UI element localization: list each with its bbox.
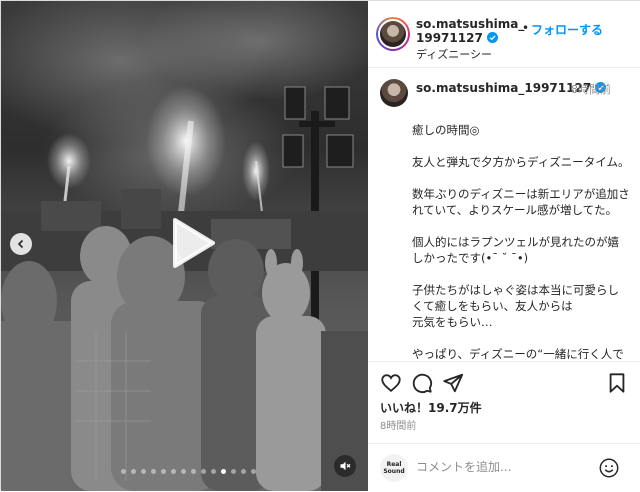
carousel-dot <box>241 469 246 474</box>
watermark-line2: Sound <box>383 468 405 475</box>
caption-paragraph: 癒しの時間◎ <box>412 123 480 137</box>
heart-icon[interactable] <box>380 372 402 394</box>
carousel-dot <box>221 469 226 474</box>
watermark-line1: Real <box>386 461 402 468</box>
caption-paragraph: やっぱり、ディズニーの“一緒に行く人で楽しさが決まる”って 本当だ <box>412 347 624 359</box>
mute-button[interactable] <box>334 455 356 477</box>
caption-timestamp[interactable]: 8時間前 <box>571 81 611 97</box>
mute-icon <box>340 461 351 471</box>
caption-section: so.matsushima_19971127 8時間前 癒しの時間◎ 友人と弾丸… <box>368 69 640 359</box>
carousel-dot <box>141 469 146 474</box>
location-link[interactable]: ディズニーシー <box>416 46 492 62</box>
carousel-dot <box>231 469 236 474</box>
carousel-dot <box>181 469 186 474</box>
carousel-dot <box>121 469 126 474</box>
play-icon[interactable] <box>161 214 219 272</box>
share-icon[interactable] <box>442 372 464 394</box>
like-count[interactable]: いいね！19.7万件 <box>380 399 482 416</box>
verified-icon <box>486 32 498 43</box>
caption-paragraph: 個人的にはラプンツェルが見れたのが嬉しかったです(•¯ ˘ ¯•) <box>412 235 619 265</box>
post-header: so.matsushima_ 19971127 • フォローする ディズニーシー <box>368 1 640 68</box>
carousel-dot <box>171 469 176 474</box>
carousel-dot <box>151 469 156 474</box>
caption-avatar[interactable] <box>380 79 408 107</box>
carousel-indicator <box>121 469 256 474</box>
carousel-dot <box>161 469 166 474</box>
post-detail-panel: so.matsushima_ 19971127 • フォローする ディズニーシー… <box>368 1 640 491</box>
chevron-left-icon <box>17 239 24 249</box>
comment-icon[interactable] <box>411 372 433 394</box>
bookmark-icon[interactable] <box>606 372 628 394</box>
avatar[interactable] <box>376 17 410 51</box>
carousel-dot <box>251 469 256 474</box>
comment-box: Real Sound <box>368 443 640 492</box>
caption-text: 癒しの時間◎ 友人と弾丸で夕方からディズニータイム。 数年ぶりのディズニーは新エ… <box>412 122 630 359</box>
carousel-dot <box>211 469 216 474</box>
post-window: so.matsushima_ 19971127 • フォローする ディズニーシー… <box>0 0 640 491</box>
header-username-line1[interactable]: so.matsushima_ <box>416 17 524 31</box>
comment-input[interactable] <box>416 456 586 478</box>
post-timestamp[interactable]: 8時間前 <box>380 417 416 432</box>
carousel-dot <box>131 469 136 474</box>
carousel-dot <box>191 469 196 474</box>
follow-button[interactable]: フォローする <box>531 21 603 38</box>
emoji-icon[interactable] <box>598 457 620 479</box>
post-media[interactable] <box>1 1 368 491</box>
carousel-prev-button[interactable] <box>10 233 32 255</box>
caption-paragraph: 友人と弾丸で夕方からディズニータイム。 <box>412 155 630 169</box>
header-username-line2[interactable]: 19971127 <box>416 31 498 45</box>
header-username-line2-text[interactable]: 19971127 <box>416 31 483 45</box>
action-bar: いいね！19.7万件 8時間前 Real Sound <box>368 361 640 491</box>
carousel-dot <box>201 469 206 474</box>
realsound-watermark: Real Sound <box>380 454 408 482</box>
caption-username-text[interactable]: so.matsushima_19971127 <box>416 81 591 95</box>
caption-paragraph: 数年ぶりのディズニーは新エリアが追加されていて、よりスケール感が増してた。 <box>412 187 630 217</box>
caption-paragraph: 子供たちがはしゃぐ姿は本当に可愛らしくて癒しをもらい、友人からは 元気をもらい… <box>412 283 619 329</box>
header-separator: • <box>522 21 530 35</box>
